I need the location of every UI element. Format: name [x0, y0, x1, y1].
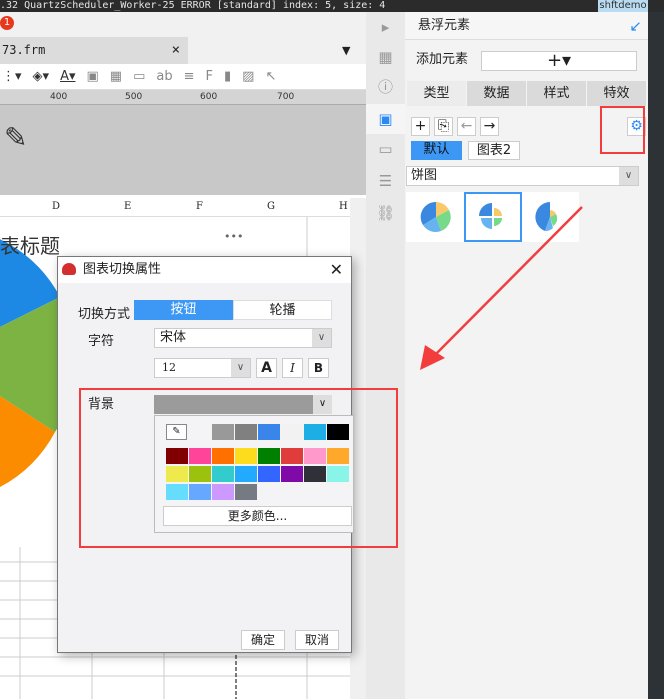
user-box[interactable]: shftdemo [598, 0, 648, 12]
log-text: .32 QuartzScheduler_Worker-25 ERROR [sta… [0, 0, 386, 11]
log-bar: .32 QuartzScheduler_Worker-25 ERROR [sta… [0, 0, 664, 12]
annotation-arrow [420, 206, 583, 370]
